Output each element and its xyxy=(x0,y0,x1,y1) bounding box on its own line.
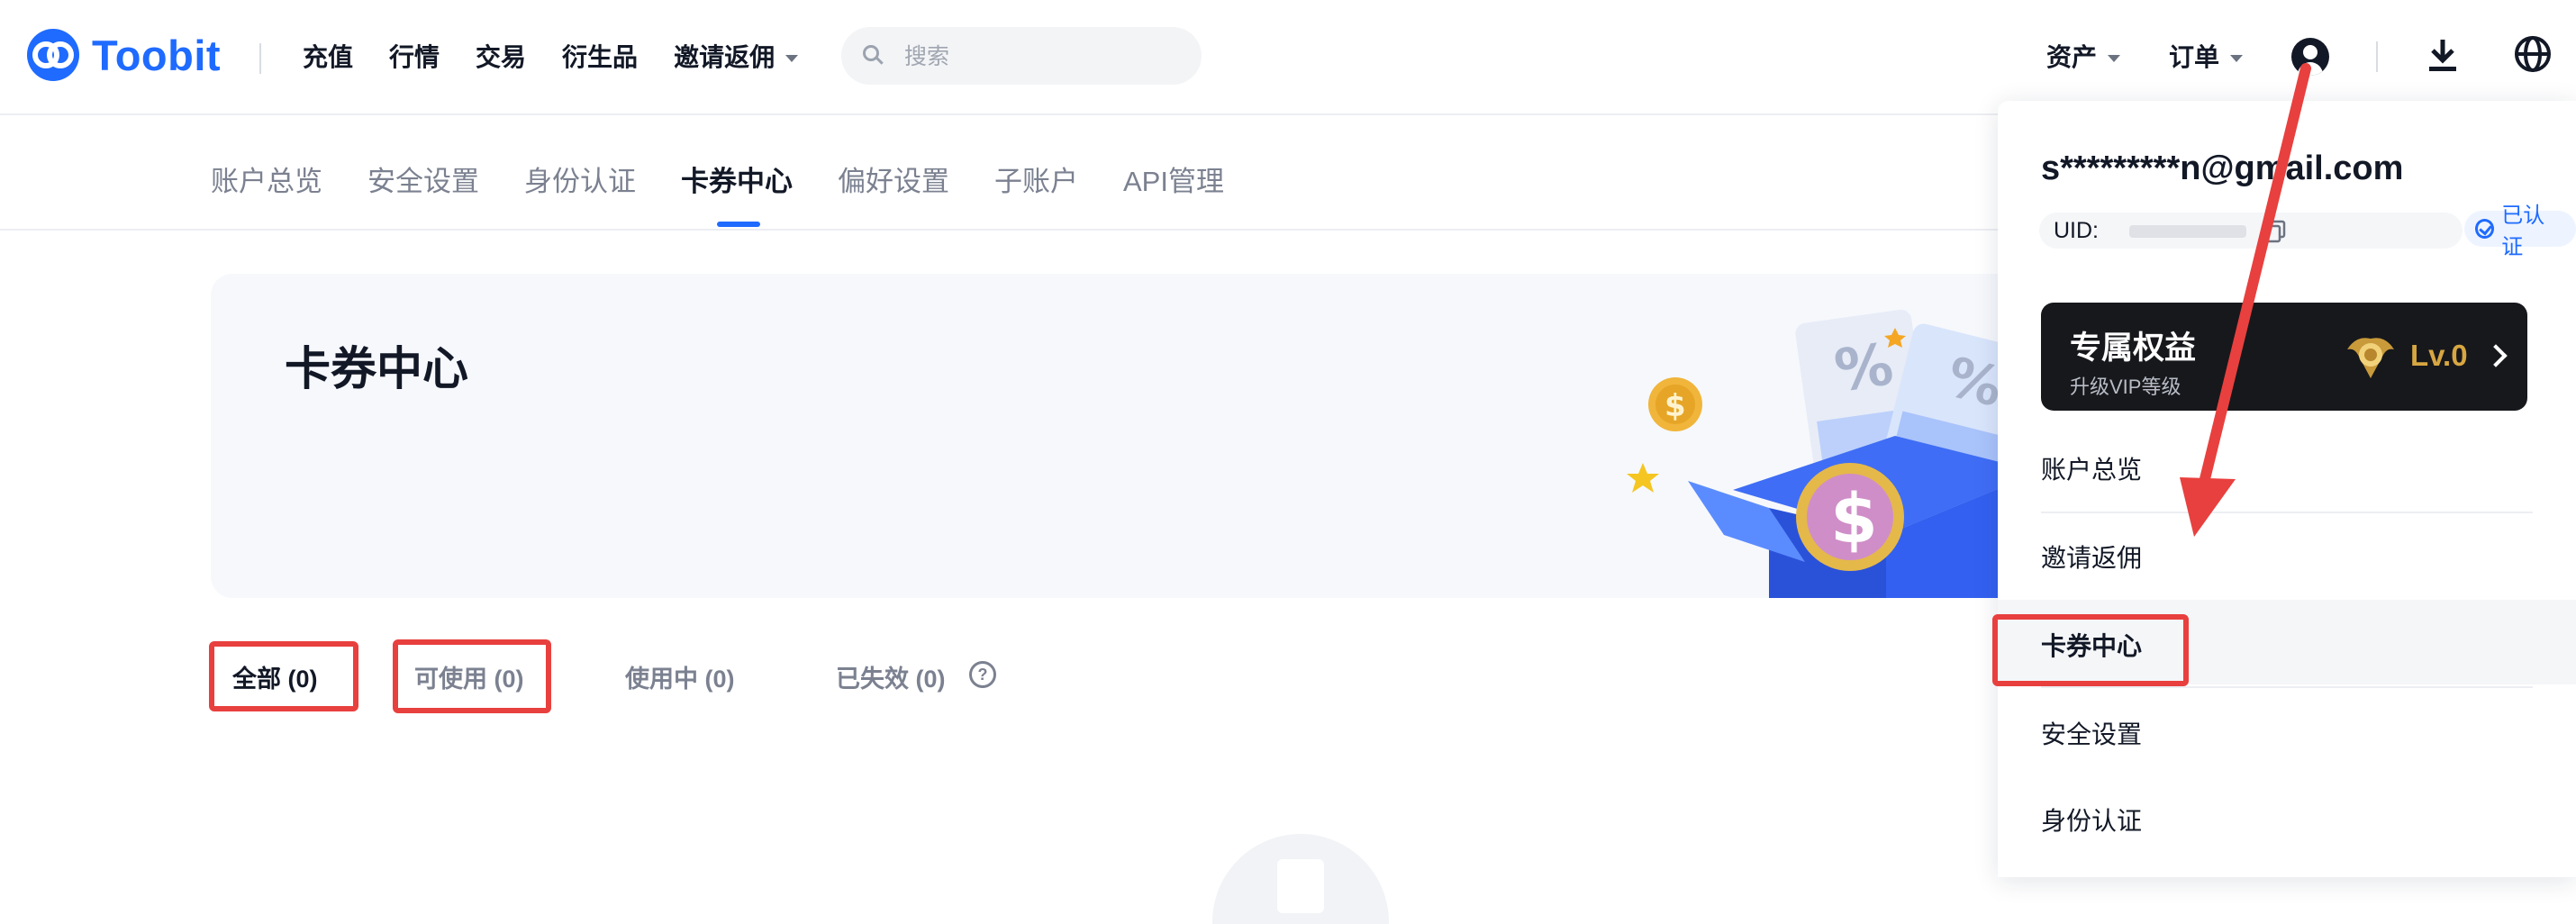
search-input[interactable] xyxy=(903,38,1176,76)
user-dropdown-menu: s*********n@gmail.com UID: 已认证 专属权益 升级VI… xyxy=(1998,101,2576,877)
nav-referral[interactable]: 邀请返佣 xyxy=(674,36,799,79)
coupon-filter-tabs: 全部 (0) 可使用 (0) 使用中 (0) 已失效 (0) ? xyxy=(211,648,1382,702)
nav-trade-label: 交易 xyxy=(476,43,527,71)
tab-preferences[interactable]: 偏好设置 xyxy=(838,159,949,205)
nav-referral-label: 邀请返佣 xyxy=(674,43,776,71)
tab-sub-accounts[interactable]: 子账户 xyxy=(994,159,1078,205)
nav-trade[interactable]: 交易 xyxy=(476,36,526,79)
orders-menu[interactable]: 订单 xyxy=(2169,36,2244,79)
menu-item-account-overview[interactable]: 账户总览 xyxy=(2041,450,2142,486)
filter-in-use[interactable]: 使用中 (0) xyxy=(625,659,735,694)
right-nav: 资产 订单 xyxy=(2046,36,2244,79)
nav-derivatives-label: 衍生品 xyxy=(562,43,639,71)
vip-level: Lv.0 xyxy=(2410,339,2468,372)
caret-down-icon xyxy=(2108,55,2121,62)
tab-account-overview[interactable]: 账户总览 xyxy=(211,159,322,205)
uid-label: UID: xyxy=(2054,218,2099,243)
help-icon[interactable]: ? xyxy=(969,661,996,688)
empty-state-illustration xyxy=(1212,834,1389,924)
menu-item-referral[interactable]: 邀请返佣 xyxy=(2041,539,2142,575)
top-navbar: Toobit 充值 行情 交易 衍生品 邀请返佣 资产 订单 xyxy=(0,0,2576,115)
toobit-logo[interactable]: Toobit xyxy=(27,29,221,81)
copy-icon[interactable] xyxy=(2264,220,2286,243)
nav-markets[interactable]: 行情 xyxy=(389,36,440,79)
globe-icon[interactable] xyxy=(2513,34,2553,74)
menu-divider xyxy=(2041,512,2533,513)
page-title: 卡券中心 xyxy=(285,343,469,394)
verified-label: 已认证 xyxy=(2501,204,2545,259)
orders-label: 订单 xyxy=(2169,43,2220,71)
account-subtabs: 账户总览 安全设置 身份认证 卡券中心 偏好设置 子账户 API管理 xyxy=(211,159,1269,227)
svg-text:$: $ xyxy=(1664,388,1686,424)
vip-badge-icon xyxy=(2347,338,2394,378)
nav-deposit-label: 充值 xyxy=(303,43,354,71)
search-box[interactable] xyxy=(841,27,1202,85)
tab-api-management[interactable]: API管理 xyxy=(1123,159,1224,205)
vip-benefits-card[interactable]: 专属权益 升级VIP等级 Lv.0 xyxy=(2041,303,2527,411)
menu-divider xyxy=(2041,686,2533,688)
vip-title: 专属权益 xyxy=(2070,331,2197,366)
download-icon[interactable] xyxy=(2426,38,2459,74)
user-avatar-icon[interactable] xyxy=(2291,38,2329,76)
nav-derivatives[interactable]: 衍生品 xyxy=(562,36,638,79)
filter-expired[interactable]: 已失效 (0) xyxy=(836,659,946,694)
uid-chip: UID: xyxy=(2039,213,2463,249)
verified-badge: 已认证 xyxy=(2464,204,2576,259)
highlight-box-all xyxy=(209,641,358,711)
main-nav: 充值 行情 交易 衍生品 邀请返佣 xyxy=(303,36,834,79)
nav-divider xyxy=(259,43,261,74)
menu-item-security-settings[interactable]: 安全设置 xyxy=(2041,715,2142,751)
nav-deposit[interactable]: 充值 xyxy=(303,36,353,79)
search-icon xyxy=(863,45,879,61)
check-circle-icon xyxy=(2475,219,2495,239)
vip-subtitle: 升级VIP等级 xyxy=(2070,376,2181,398)
caret-down-icon xyxy=(2230,55,2244,62)
chevron-right-icon xyxy=(2484,344,2508,367)
nav-markets-label: 行情 xyxy=(389,43,440,71)
caret-down-icon xyxy=(785,55,799,62)
tab-identity-verification[interactable]: 身份认证 xyxy=(524,159,636,205)
coupon-gift-box-illustration: % % $ $ xyxy=(1627,309,2039,598)
assets-menu[interactable]: 资产 xyxy=(2046,36,2121,79)
tab-security-settings[interactable]: 安全设置 xyxy=(367,159,479,205)
svg-text:$: $ xyxy=(1830,478,1878,558)
highlight-box-coupon-center xyxy=(1992,614,2189,686)
coupon-banner: 卡券中心 % % $ $ xyxy=(211,274,2048,598)
menu-item-identity-verification[interactable]: 身份认证 xyxy=(2041,802,2142,838)
user-email: s*********n@gmail.com xyxy=(2041,149,2404,187)
svg-text:%: % xyxy=(1831,331,1898,405)
nav-divider xyxy=(2376,41,2378,72)
logo-text: Toobit xyxy=(92,31,222,79)
highlight-box-available xyxy=(393,639,551,713)
toobit-logo-icon xyxy=(27,29,79,81)
uid-redacted xyxy=(2129,225,2246,238)
assets-label: 资产 xyxy=(2046,43,2098,71)
tab-coupon-center[interactable]: 卡券中心 xyxy=(681,159,793,227)
